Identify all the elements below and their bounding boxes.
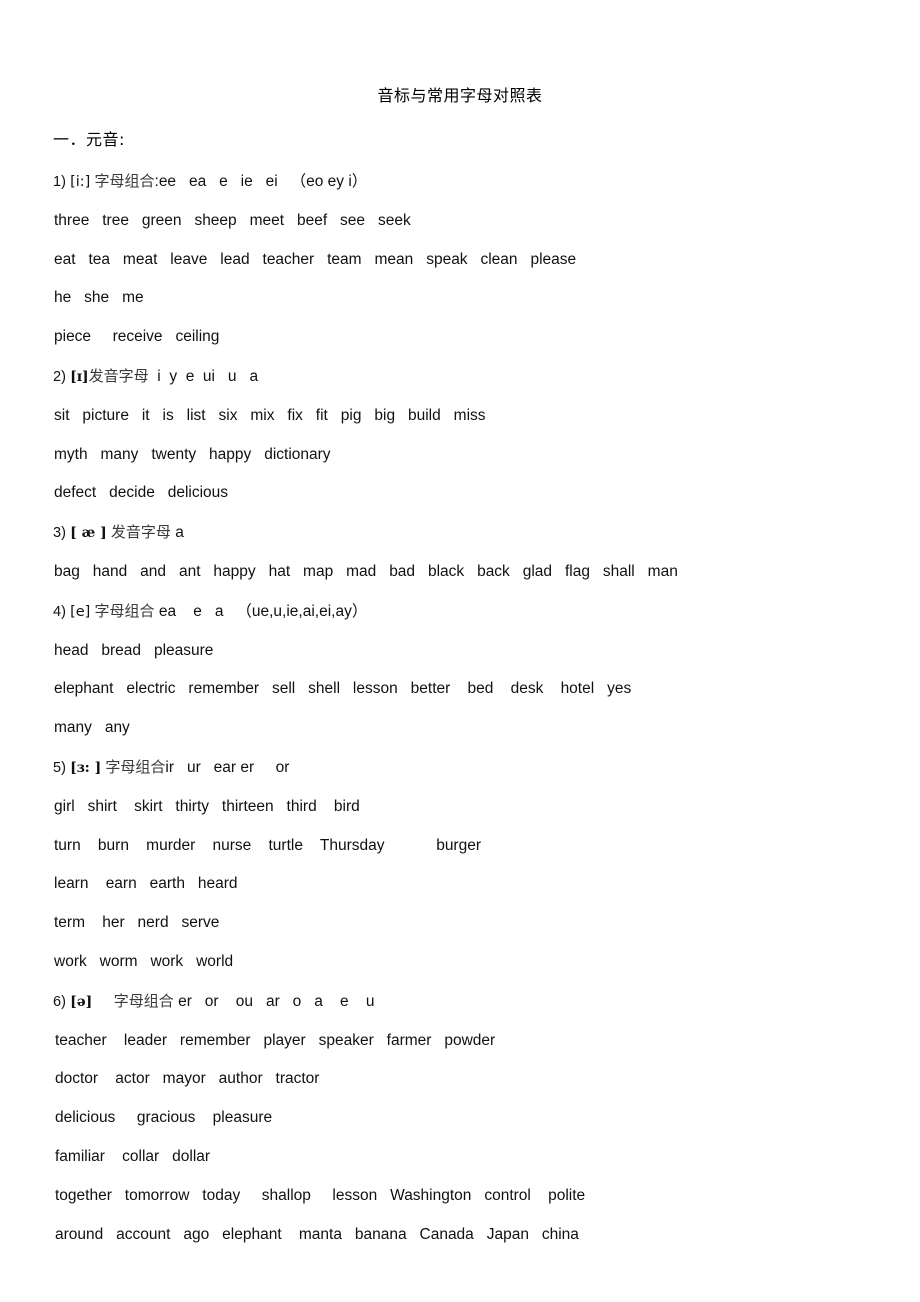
rule-letters: ir ur ear er or [165, 758, 290, 776]
rule-index: 2) [53, 368, 66, 385]
ipa-symbol: [ɪ] [70, 368, 89, 385]
word-line: many any [54, 719, 130, 737]
rule-line: 5) [ɜ: ] 字母组合ir ur ear er or [53, 748, 920, 788]
ipa-symbol: [ɜ: ] [70, 759, 102, 776]
word-line: piece receive ceiling [54, 328, 220, 346]
vowel-entry: 2) [ɪ]发音字母 i y e ui u a sit picture it i… [53, 357, 920, 513]
rule-line: 2) [ɪ]发音字母 i y e ui u a [53, 357, 920, 397]
word-line: doctor actor mayor author tractor [55, 1070, 320, 1088]
word-line: familiar collar dollar [55, 1147, 211, 1165]
ipa-symbol: [ə] [70, 993, 93, 1010]
vowel-entry: 6) [ə] 字母组合 er or ou ar o a e u teacher … [53, 982, 920, 1255]
rule-letters: i y e ui u a [148, 367, 259, 385]
word-line: sit picture it is list six mix fix fit p… [54, 406, 486, 424]
word-line: head bread pleasure [54, 641, 214, 659]
rule-index: 6) [53, 993, 66, 1010]
word-line: elephant electric remember sell shell le… [54, 680, 632, 698]
word-line: he she me [54, 289, 144, 307]
rule-letters: ee ea e ie ei （eo ey i） [158, 173, 368, 190]
rule-line: 6) [ə] 字母组合 er or ou ar o a e u [53, 982, 920, 1022]
page-title: 音标与常用字母对照表 [377, 86, 543, 105]
rule-label: 字母组合 [94, 601, 155, 620]
word-line: three tree green sheep meet beef see see… [54, 211, 411, 229]
rule-index: 4) [53, 603, 66, 620]
word-line: turn burn murder nurse turtle Thursday b… [54, 836, 481, 854]
rule-index: 1) [53, 174, 66, 190]
word-line: eat tea meat leave lead teacher team mea… [54, 250, 577, 268]
rule-label-pad [92, 993, 114, 1010]
section-heading-vowels: 一．元音: [53, 130, 125, 149]
word-line: together tomorrow today shallop lesson W… [55, 1186, 586, 1204]
rule-label: 字母组合 [94, 172, 155, 190]
rule-label: 发音字母 [88, 366, 149, 385]
vowel-entry: 4) [e] 字母组合 ea e a （ue,u,ie,ai,ei,ay） he… [53, 592, 920, 748]
word-line: delicious gracious pleasure [55, 1109, 273, 1127]
word-line: term her nerd serve [54, 914, 220, 932]
rule-line: 4) [e] 字母组合 ea e a （ue,u,ie,ai,ei,ay） [53, 592, 920, 632]
ipa-symbol: [ æ ] [70, 525, 107, 542]
rule-label: 字母组合 [113, 991, 174, 1010]
rule-label: 发音字母 [110, 523, 171, 542]
rule-index: 3) [53, 525, 66, 542]
document-page: 音标与常用字母对照表 一．元音: 1) [i:] 字母组合:ee ea e ie… [0, 0, 920, 1302]
word-line: girl shirt skirt thirty thirteen third b… [54, 797, 360, 815]
rule-line: 3) [ æ ] 发音字母 a [53, 513, 920, 553]
ipa-symbol: [i:] [70, 174, 91, 190]
ipa-symbol: [e] [70, 603, 91, 620]
rule-letters: a [170, 524, 184, 542]
vowel-entry: 1) [i:] 字母组合:ee ea e ie ei （eo ey i） thr… [53, 162, 920, 357]
word-line: bag hand and ant happy hat map mad bad b… [54, 562, 678, 580]
word-line: teacher leader remember player speaker f… [55, 1031, 496, 1049]
vowel-entries-container: 1) [i:] 字母组合:ee ea e ie ei （eo ey i） thr… [0, 150, 920, 1254]
rule-label: 字母组合 [105, 757, 166, 776]
word-line: work worm work world [54, 952, 234, 970]
rule-letters: er or ou ar o a e u [173, 992, 375, 1010]
rule-line: 1) [i:] 字母组合:ee ea e ie ei （eo ey i） [53, 162, 920, 202]
vowel-entry: 5) [ɜ: ] 字母组合ir ur ear er or girl shirt … [53, 748, 920, 982]
rule-index: 5) [53, 759, 66, 776]
word-line: learn earn earth heard [54, 875, 238, 893]
rule-letters: ea e a （ue,u,ie,ai,ei,ay） [154, 602, 368, 620]
vowel-entry: 3) [ æ ] 发音字母 a bag hand and ant happy h… [53, 513, 920, 592]
word-line: myth many twenty happy dictionary [54, 445, 331, 463]
word-line: around account ago elephant manta banana… [55, 1225, 579, 1243]
word-line: defect decide delicious [54, 484, 229, 502]
